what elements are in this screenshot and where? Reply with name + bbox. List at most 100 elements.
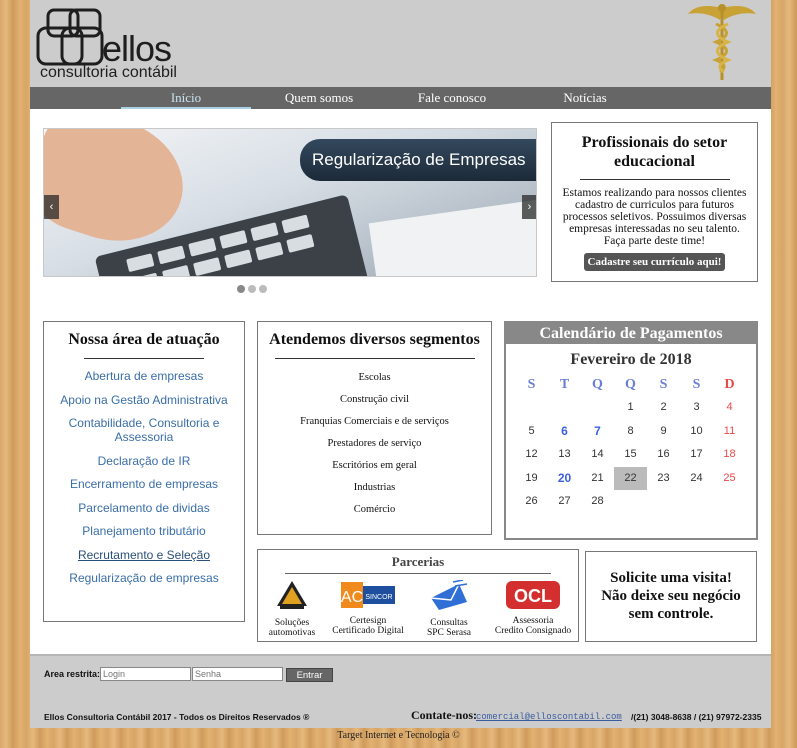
restricted-area-label: Area restrita: — [44, 669, 101, 679]
developer-credit: Target Internet e Tecnologia © — [337, 730, 460, 741]
partners-title: Parcerias — [391, 554, 445, 569]
ocl-logo-icon: OCL — [506, 581, 560, 609]
calendar-day[interactable]: 22 — [614, 466, 647, 490]
calendar-day[interactable]: 28 — [581, 490, 614, 513]
calendar-day[interactable]: 25 — [713, 467, 746, 490]
calendar-day[interactable]: 23 — [647, 467, 680, 490]
segment-item: Construção civil — [339, 394, 410, 405]
envelope-logo-icon — [430, 579, 468, 610]
calendar-day[interactable]: 8 — [614, 420, 647, 443]
calendar-day[interactable]: 2 — [647, 396, 680, 419]
enter-button[interactable]: Entrar — [286, 668, 333, 682]
sincor-logo-text: SINCOR — [365, 594, 392, 601]
area-link-apoio-gestao[interactable]: Apoio na Gestão Administrativa — [44, 393, 244, 407]
partner-line1: Soluções — [274, 618, 310, 628]
logo[interactable]: ellos consultoria contábil — [36, 8, 206, 83]
slider-dots — [237, 280, 277, 293]
calendar-day[interactable]: 13 — [548, 443, 581, 466]
nav-item-noticias[interactable]: Notícias — [520, 87, 650, 109]
payment-calendar: Calendário de Pagamentos Fevereiro de 20… — [504, 321, 758, 540]
calendar-day[interactable]: 19 — [515, 467, 548, 490]
area-link-declaracao-ir[interactable]: Declaração de IR — [44, 454, 244, 468]
divider — [274, 358, 475, 359]
calendar-day[interactable]: 6 — [548, 420, 581, 443]
password-input[interactable] — [192, 667, 283, 681]
professionals-title: Profissionais do setor educacional — [581, 134, 728, 170]
visit-line3: sem controle. — [628, 606, 714, 622]
area-box: Nossa área de atuação Abertura de empres… — [43, 321, 245, 622]
calendar-day[interactable]: 12 — [515, 443, 548, 466]
calendar-day[interactable]: 11 — [713, 420, 746, 443]
professionals-text: Estamos realizando para nossos clientes … — [562, 187, 747, 247]
area-link-recrutamento[interactable]: Recrutamento e Seleção — [44, 548, 244, 562]
visit-line1: Solicite uma visita! — [610, 570, 732, 586]
slider-dot-3[interactable] — [259, 285, 267, 293]
calendar-day[interactable]: 1 — [614, 396, 647, 419]
logo-squares-icon — [36, 8, 104, 66]
partner-line2: Certificado Digital — [332, 626, 404, 636]
chevron-left-icon: ‹ — [49, 201, 54, 213]
area-link-contabilidade[interactable]: Contabilidade, Consultoria e Assessoria — [44, 416, 244, 444]
visit-line2: Não deixe seu negócio — [601, 588, 741, 604]
area-link-planejamento[interactable]: Planejamento tributário — [44, 524, 244, 538]
calendar-day[interactable]: 15 — [614, 443, 647, 466]
login-input[interactable] — [100, 667, 191, 681]
area-title: Nossa área de atuação — [68, 331, 220, 348]
calendar-day[interactable]: 3 — [680, 396, 713, 419]
calendar-week-row: 5 6 7 8 9 10 11 — [515, 420, 747, 443]
calendar-empty-cell — [515, 396, 548, 419]
contact-phones: /(21) 3048-8638 / (21) 97972-2335 — [631, 712, 762, 722]
visit-text: Solicite uma visita! Não deixe seu negóc… — [586, 569, 756, 623]
calendar-empty-cell — [548, 396, 581, 419]
calendar-day[interactable]: 26 — [515, 490, 548, 513]
calendar-weekday: S — [692, 377, 701, 392]
segment-item: Comércio — [353, 504, 396, 515]
main-nav: Início Quem somos Fale conosco Notícias — [30, 87, 771, 109]
ocl-logo-text: OCL — [514, 586, 552, 606]
area-link-encerramento[interactable]: Encerramento de empresas — [44, 477, 244, 491]
footer: Area restrita: Entrar Ellos Consultoria … — [30, 654, 771, 728]
partner-solucoes-automotivas[interactable]: Soluções automotivas — [262, 580, 322, 638]
ac-logo-text: AC — [341, 589, 363, 606]
calendar-day[interactable]: 9 — [647, 420, 680, 443]
partner-certesign[interactable]: AC SINCOR Certesign Certificado Digital — [328, 580, 408, 636]
slider-dot-1[interactable] — [237, 285, 245, 293]
calendar-day[interactable]: 5 — [515, 420, 548, 443]
calendar-week-row: 19 20 21 22 23 24 25 — [515, 466, 747, 490]
area-link-parcelamento[interactable]: Parcelamento de dividas — [44, 501, 244, 515]
calendar-day[interactable]: 10 — [680, 420, 713, 443]
area-link-abertura[interactable]: Abertura de empresas — [44, 369, 244, 383]
slider-dot-2[interactable] — [248, 285, 256, 293]
segment-item: Escritórios em geral — [332, 460, 417, 471]
segment-item: Industrias — [353, 482, 396, 493]
image-slider[interactable]: Regularização de Empresas ‹ › — [43, 128, 537, 277]
contact-email-link[interactable]: comercial@elloscontabil.com — [476, 712, 622, 722]
calendar-day[interactable]: 4 — [713, 396, 746, 419]
partner-ocl[interactable]: OCL Assessoria Credito Consignado — [490, 580, 576, 636]
segment-item: Prestadores de serviço — [327, 438, 422, 449]
divider — [579, 179, 730, 180]
nav-item-inicio[interactable]: Início — [121, 87, 251, 109]
calendar-day[interactable]: 16 — [647, 443, 680, 466]
partner-spc-serasa[interactable]: Consultas SPC Serasa — [414, 579, 484, 638]
area-link-regularizacao[interactable]: Regularização de empresas — [44, 571, 244, 585]
partner-line1: Consultas — [430, 618, 468, 628]
register-cv-button[interactable]: Cadastre seu currículo aqui! — [583, 253, 726, 271]
slide-paper — [368, 195, 536, 276]
calendar-day[interactable]: 17 — [680, 443, 713, 466]
nav-item-fale-conosco[interactable]: Fale conosco — [387, 87, 517, 109]
calendar-day[interactable]: 7 — [581, 420, 614, 443]
calendar-day[interactable]: 24 — [680, 467, 713, 490]
slider-prev-button[interactable]: ‹ — [44, 195, 59, 219]
calendar-day[interactable]: 21 — [581, 467, 614, 490]
visit-box[interactable]: Solicite uma visita! Não deixe seu negóc… — [585, 551, 757, 642]
nav-item-quem-somos[interactable]: Quem somos — [254, 87, 384, 109]
calendar-day[interactable]: 20 — [548, 467, 581, 490]
header: ellos consultoria contábil — [30, 0, 771, 87]
calendar-day[interactable]: 14 — [581, 443, 614, 466]
calendar-day[interactable]: 27 — [548, 490, 581, 513]
calendar-day[interactable]: 18 — [713, 443, 746, 466]
segments-title: Atendemos diversos segmentos — [269, 331, 480, 348]
calendar-week-row: 26 27 28 — [515, 490, 747, 513]
slider-next-button[interactable]: › — [522, 195, 536, 219]
